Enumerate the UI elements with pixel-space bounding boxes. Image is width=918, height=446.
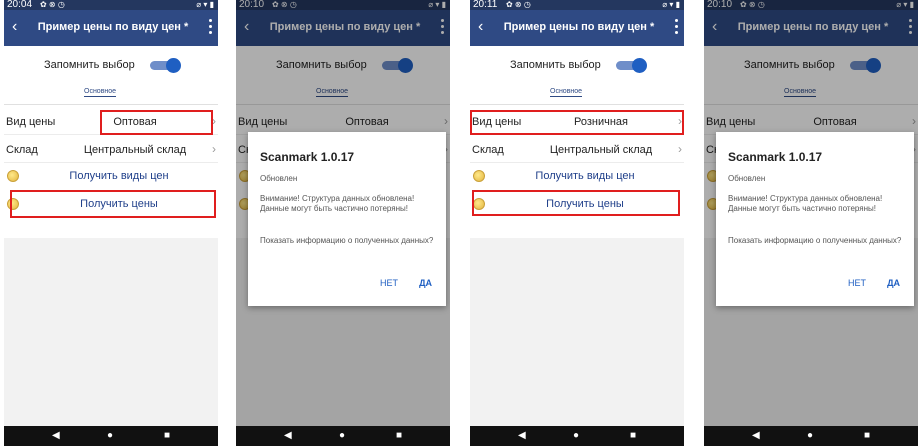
yes-button[interactable]: ДА	[887, 278, 900, 288]
tab-main[interactable]: Основное	[550, 88, 583, 97]
get-price-types-button[interactable]: Получить виды цен	[470, 164, 684, 188]
coin-icon	[473, 170, 485, 182]
get-price-types-label: Получить виды цен	[535, 170, 635, 182]
phone-screen-4: 20:10 ✿ ⊗ ◷ ⌀ ▾ ▮ ‹ Пример цены по виду …	[704, 0, 918, 446]
system-nav-bar: ◀ ● ■	[4, 426, 218, 446]
status-icons: ✿ ⊗ ◷	[40, 0, 65, 9]
dialog-title: Scanmark 1.0.17	[260, 150, 355, 164]
dialog-message: Внимание! Структура данных обновлена! Да…	[728, 194, 883, 213]
remember-choice: Запомнить выбор	[4, 53, 218, 77]
content-area	[470, 238, 684, 426]
dialog-subtitle: Обновлен	[260, 174, 298, 183]
tab-bar: Основное	[470, 80, 684, 105]
warehouse-label: Склад	[472, 144, 504, 156]
warehouse-value: Центральный склад	[549, 144, 653, 156]
nav-recents-icon[interactable]: ■	[864, 430, 870, 441]
status-icons: ✿ ⊗ ◷	[506, 0, 531, 9]
signal-battery-icon: ⌀ ▾ ▮	[662, 0, 680, 9]
remember-label: Запомнить выбор	[510, 59, 601, 71]
get-price-types-button[interactable]: Получить виды цен	[4, 164, 218, 188]
chevron-right-icon: ›	[212, 142, 216, 156]
status-bar: 20:04 ✿ ⊗ ◷ ⌀ ▾ ▮	[4, 0, 218, 10]
remember-toggle[interactable]	[616, 58, 647, 73]
nav-recents-icon[interactable]: ■	[164, 430, 170, 441]
nav-back-icon[interactable]: ◀	[518, 430, 526, 441]
tab-bar: Основное	[4, 80, 218, 105]
price-type-label: Вид цены	[6, 116, 56, 128]
warehouse-row[interactable]: Склад Центральный склад ›	[4, 136, 218, 163]
page-title: Пример цены по виду цен *	[37, 21, 189, 33]
remember-toggle[interactable]	[150, 58, 181, 73]
nav-back-icon[interactable]: ◀	[52, 430, 60, 441]
nav-home-icon[interactable]: ●	[339, 430, 345, 441]
system-nav-bar: ◀ ● ■	[470, 426, 684, 446]
highlight-box	[472, 190, 680, 216]
highlight-box	[10, 190, 216, 218]
update-dialog: Scanmark 1.0.17 Обновлен Внимание! Струк…	[248, 132, 446, 306]
nav-back-icon[interactable]: ◀	[752, 430, 760, 441]
get-price-types-label: Получить виды цен	[69, 170, 169, 182]
phone-screen-2: 20:10 ✿ ⊗ ◷ ⌀ ▾ ▮ ‹ Пример цены по виду …	[236, 0, 450, 446]
remember-choice: Запомнить выбор	[470, 53, 684, 77]
content-area	[4, 238, 218, 426]
no-button[interactable]: НЕТ	[380, 278, 398, 288]
page-title: Пример цены по виду цен *	[503, 21, 655, 33]
chevron-right-icon: ›	[678, 142, 682, 156]
nav-recents-icon[interactable]: ■	[396, 430, 402, 441]
back-icon[interactable]: ‹	[478, 18, 483, 36]
highlight-box	[470, 110, 684, 135]
dialog-subtitle: Обновлен	[728, 174, 766, 183]
update-dialog: Scanmark 1.0.17 Обновлен Внимание! Струк…	[716, 132, 914, 306]
dialog-question: Показать информацию о полученных данных?	[728, 236, 902, 245]
signal-battery-icon: ⌀ ▾ ▮	[196, 0, 214, 9]
nav-home-icon[interactable]: ●	[573, 430, 579, 441]
nav-back-icon[interactable]: ◀	[284, 430, 292, 441]
tab-main[interactable]: Основное	[84, 88, 117, 97]
system-nav-bar: ◀ ● ■	[236, 426, 450, 446]
phone-screen-3: 20:11 ✿ ⊗ ◷ ⌀ ▾ ▮ ‹ Пример цены по виду …	[470, 0, 684, 446]
overflow-menu-icon[interactable]	[209, 19, 212, 35]
warehouse-value: Центральный склад	[83, 144, 187, 156]
status-time: 20:11	[473, 0, 498, 10]
yes-button[interactable]: ДА	[419, 278, 432, 288]
warehouse-label: Склад	[6, 144, 38, 156]
remember-label: Запомнить выбор	[44, 59, 135, 71]
dialog-message: Внимание! Структура данных обновлена! Да…	[260, 194, 415, 213]
nav-home-icon[interactable]: ●	[807, 430, 813, 441]
app-bar: ‹ Пример цены по виду цен *	[470, 10, 684, 46]
no-button[interactable]: НЕТ	[848, 278, 866, 288]
highlight-box	[100, 110, 213, 135]
status-bar: 20:11 ✿ ⊗ ◷ ⌀ ▾ ▮	[470, 0, 684, 10]
warehouse-row[interactable]: Склад Центральный склад ›	[470, 136, 684, 163]
dialog-title: Scanmark 1.0.17	[728, 150, 823, 164]
phone-screen-1: 20:04 ✿ ⊗ ◷ ⌀ ▾ ▮ ‹ Пример цены по виду …	[4, 0, 218, 446]
status-time: 20:04	[7, 0, 33, 10]
dialog-question: Показать информацию о полученных данных?	[260, 236, 434, 245]
app-bar: ‹ Пример цены по виду цен *	[4, 10, 218, 46]
nav-home-icon[interactable]: ●	[107, 430, 113, 441]
nav-recents-icon[interactable]: ■	[630, 430, 636, 441]
system-nav-bar: ◀ ● ■	[704, 426, 918, 446]
back-icon[interactable]: ‹	[12, 18, 17, 36]
coin-icon	[7, 170, 19, 182]
overflow-menu-icon[interactable]	[675, 19, 678, 35]
